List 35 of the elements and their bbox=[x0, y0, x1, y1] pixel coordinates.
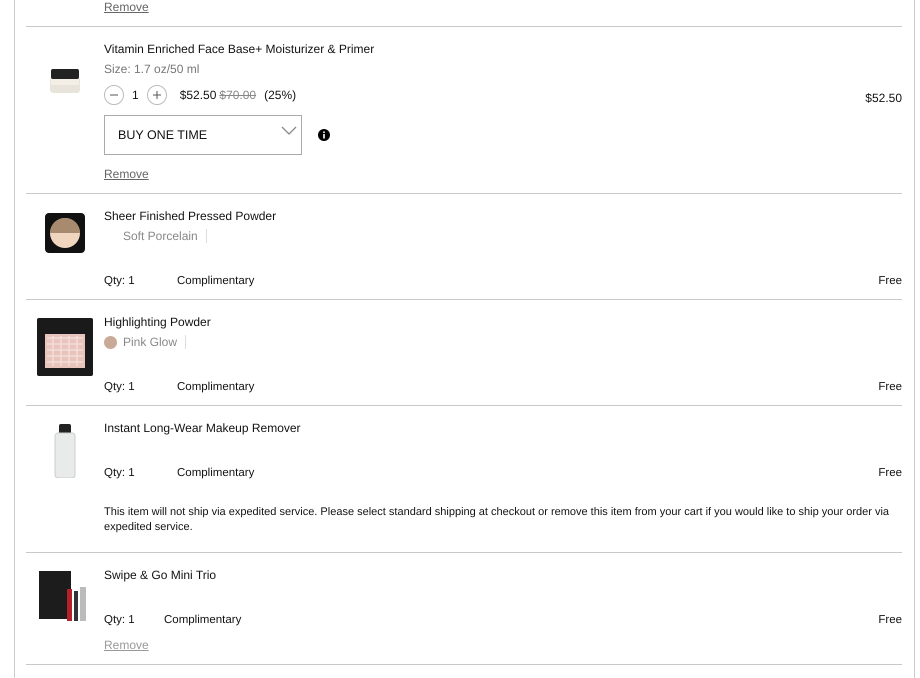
quantity-label: Qty: 1 bbox=[104, 275, 136, 287]
original-price: $70.00 bbox=[219, 88, 256, 102]
product-name: Swipe & Go Mini Trio bbox=[104, 567, 218, 583]
product-name: Highlighting Powder bbox=[104, 314, 212, 330]
quantity-label: Qty: 1 bbox=[104, 467, 136, 479]
highlighter-palette-icon bbox=[37, 318, 93, 376]
shipping-notice: This item will not ship via expedited service. Please select standard shipping at checkout or remove this item from your cart if you would like to ship your order via expedited service. bbox=[104, 505, 890, 535]
line-total: Free bbox=[878, 275, 902, 287]
price-label: Complimentary bbox=[177, 381, 254, 393]
line-total: Free bbox=[878, 381, 902, 393]
plus-icon bbox=[152, 91, 161, 99]
info-icon[interactable] bbox=[318, 129, 330, 141]
shade-name: Pink Glow bbox=[123, 335, 186, 349]
price-label: Complimentary bbox=[177, 467, 254, 479]
product-name: Vitamin Enriched Face Base+ Moisturizer & Primer bbox=[104, 41, 376, 57]
product-size: Size: 1.7 oz/50 ml bbox=[104, 62, 200, 76]
line-total: Free bbox=[878, 614, 902, 626]
shade-name: Soft Porcelain bbox=[123, 229, 207, 243]
sale-price: $52.50 bbox=[180, 88, 216, 102]
chevron-down-icon bbox=[281, 126, 297, 134]
remove-link[interactable]: Remove bbox=[104, 0, 149, 14]
line-total: $52.50 bbox=[864, 90, 902, 107]
powder-compact-icon bbox=[44, 212, 86, 254]
price-label: Complimentary bbox=[164, 614, 242, 626]
line-total: Free bbox=[878, 467, 902, 479]
increase-button[interactable] bbox=[146, 85, 167, 105]
product-name: Instant Long-Wear Makeup Remover bbox=[104, 420, 302, 436]
product-name: Sheer Finished Pressed Powder bbox=[104, 208, 278, 224]
purchase-option-dropdown[interactable]: BUY ONE TIME bbox=[104, 115, 302, 155]
remove-link[interactable]: Remove bbox=[104, 167, 149, 181]
bottle-icon bbox=[54, 424, 76, 478]
quantity-label: Qty: 1 bbox=[104, 381, 136, 393]
price-label: Complimentary bbox=[177, 275, 254, 287]
quantity-value: 1 bbox=[132, 88, 139, 102]
discount-percent: (25%) bbox=[264, 88, 296, 102]
